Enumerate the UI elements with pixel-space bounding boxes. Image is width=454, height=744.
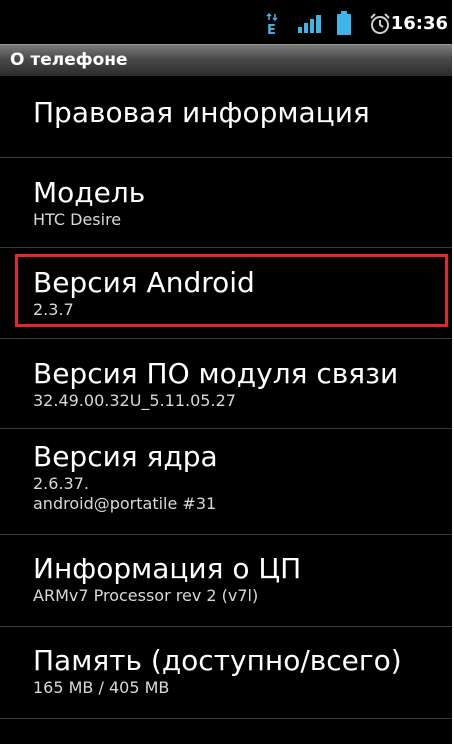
list-item-subtitle: 32.49.00.32U_5.11.05.27 xyxy=(33,391,236,410)
network-type-label: E xyxy=(267,23,276,36)
list-item-title: Версия ядра xyxy=(33,440,218,473)
title-bar: О телефоне xyxy=(0,44,452,76)
list-item-subtitle-line2: android@portatile #31 xyxy=(33,494,217,513)
alarm-clock-icon xyxy=(370,13,390,34)
list-item-title: Память (доступно/всего) xyxy=(33,644,402,677)
list-item-legal-info[interactable]: Правовая информация xyxy=(0,76,452,158)
list-item-memory[interactable]: Память (доступно/всего) 165 MB / 405 MB xyxy=(0,627,452,719)
list-item-subtitle: 165 MB / 405 MB xyxy=(33,678,170,697)
signal-icon xyxy=(298,15,321,33)
list-item-subtitle: HTC Desire xyxy=(33,210,122,229)
list-item-subtitle: 2.6.37. xyxy=(33,474,89,493)
status-bar: E 16:36 xyxy=(0,0,452,44)
list-item-baseband-version[interactable]: Версия ПО модуля связи 32.49.00.32U_5.11… xyxy=(0,339,452,429)
battery-icon xyxy=(337,11,351,35)
list-item-cpu-info[interactable]: Информация о ЦП ARMv7 Processor rev 2 (v… xyxy=(0,535,452,627)
list-item-kernel-version[interactable]: Версия ядра 2.6.37. android@portatile #3… xyxy=(0,429,452,535)
list-item-title: Модель xyxy=(33,176,146,209)
list-item-title: Версия Android xyxy=(33,266,255,299)
list-item-title: Правовая информация xyxy=(33,96,370,129)
list-item-title: Версия ПО модуля связи xyxy=(33,357,399,390)
list-item-model[interactable]: Модель HTC Desire xyxy=(0,158,452,248)
data-transfer-icon: E xyxy=(266,12,278,36)
settings-list: Правовая информация Модель HTC Desire Ве… xyxy=(0,76,452,719)
list-item-android-version[interactable]: Версия Android 2.3.7 xyxy=(0,248,452,339)
list-item-subtitle: 2.3.7 xyxy=(33,300,74,319)
list-item-title: Информация о ЦП xyxy=(33,552,302,585)
status-time: 16:36 xyxy=(390,13,448,34)
list-item-subtitle: ARMv7 Processor rev 2 (v7l) xyxy=(33,586,259,605)
phone-screen: E 16:36 О телефоне Правовая информация М… xyxy=(0,0,452,744)
page-title: О телефоне xyxy=(10,50,128,70)
